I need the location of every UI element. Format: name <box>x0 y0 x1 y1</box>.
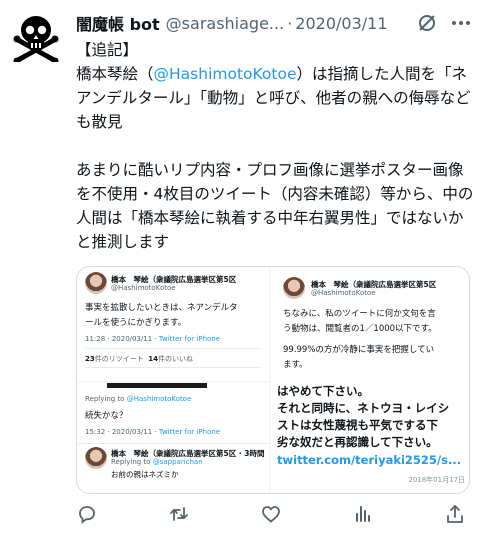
mini-text: ちなみに、私のツイートに何か文句を言 う動物は、閲覧者の1／1000以下です。 <box>283 309 437 334</box>
media-grid[interactable]: 橋本 琴絵（衆議院広島選挙区第5区 @HashimotoKotoe 事実を拡散し… <box>76 266 470 494</box>
tweet-text: 【追記】 橋本琴絵（@HashimotoKotoe）は指摘した人間を「ネアンデル… <box>76 38 474 254</box>
mini-avatar <box>85 447 107 469</box>
mini-avatar <box>85 272 107 294</box>
screenshot-image-3[interactable]: 橋本 琴絵（衆議院広島選挙区第5区 @HashimotoKotoe ちなみに、私… <box>271 267 469 493</box>
like-icon[interactable] <box>260 503 282 525</box>
mini-handle: @HashimotoKotoe <box>311 289 376 297</box>
tweet-header: 闇魔帳 bot @sarashiage... · 2020/03/11 <box>76 10 472 36</box>
skull-crossbones-icon <box>13 16 59 65</box>
mini-replying: Replying to @sapparichan <box>111 458 203 466</box>
screenshot-image-1[interactable]: 橋本 琴絵（衆議院広島選挙区第5区 @HashimotoKotoe 事実を拡散し… <box>77 267 269 381</box>
tweet-text-part1: 【追記】 橋本琴絵（ <box>76 41 154 83</box>
caption-date: 2018年01月17日 <box>408 476 465 484</box>
tweet-date[interactable]: 2020/03/11 <box>295 14 387 33</box>
share-icon[interactable] <box>444 503 466 525</box>
mention-link[interactable]: @HashimotoKotoe <box>154 65 297 83</box>
mini-text: 事実を拡散したいときは、ネアンデルタ ールを使うにかぎります。 <box>85 303 238 328</box>
retweet-icon[interactable] <box>168 503 190 525</box>
mini-stats: 23件のリツイート 14件のいいね <box>85 355 193 363</box>
separator-dot: · <box>287 13 293 33</box>
slashed-circle-icon[interactable] <box>416 12 438 34</box>
author-avatar[interactable] <box>10 10 62 65</box>
divider <box>85 367 261 368</box>
reply-icon[interactable] <box>76 503 98 525</box>
mini-text-2: 99.99%の方が冷静に事実を把握してい ます。 <box>283 345 435 370</box>
mini-meta: 15:32 · 2020/03/11 · Twitter for iPhone <box>85 428 221 436</box>
analytics-icon[interactable] <box>352 503 374 525</box>
caption-link[interactable]: twitter.com/teriyaki2525/s... <box>277 453 461 467</box>
author-handle[interactable]: @sarashiage... <box>166 14 285 33</box>
caption-text: はやめて下さい。 それと同時に、ネトウヨ・レイシ ストは女性蔑視も平気でする下 … <box>277 384 450 449</box>
more-dots-icon[interactable] <box>450 12 472 34</box>
mini-handle: @HashimotoKotoe <box>111 284 176 292</box>
mini-text: お前の親はネズミか <box>111 470 179 479</box>
redaction-bar <box>107 383 207 388</box>
divider <box>77 443 269 444</box>
author-name[interactable]: 闇魔帳 bot <box>76 11 160 35</box>
mini-text: 続失かな？ <box>85 411 128 421</box>
mini-meta: 11:28 · 2020/03/11 · Twitter for iPhone <box>85 335 221 343</box>
tweet-actions <box>76 500 472 528</box>
mini-avatar <box>283 277 305 299</box>
tweet-text-part2: ）は指摘した人間を「ネアンデルタール」「動物」と呼び、他者の親への侮辱なども散見… <box>76 65 474 251</box>
divider <box>85 348 261 349</box>
mini-replying: Replying to @HashimotoKotoe <box>85 395 192 403</box>
screenshot-image-2[interactable]: Replying to @HashimotoKotoe 続失かな？ 15:32 … <box>77 383 269 493</box>
